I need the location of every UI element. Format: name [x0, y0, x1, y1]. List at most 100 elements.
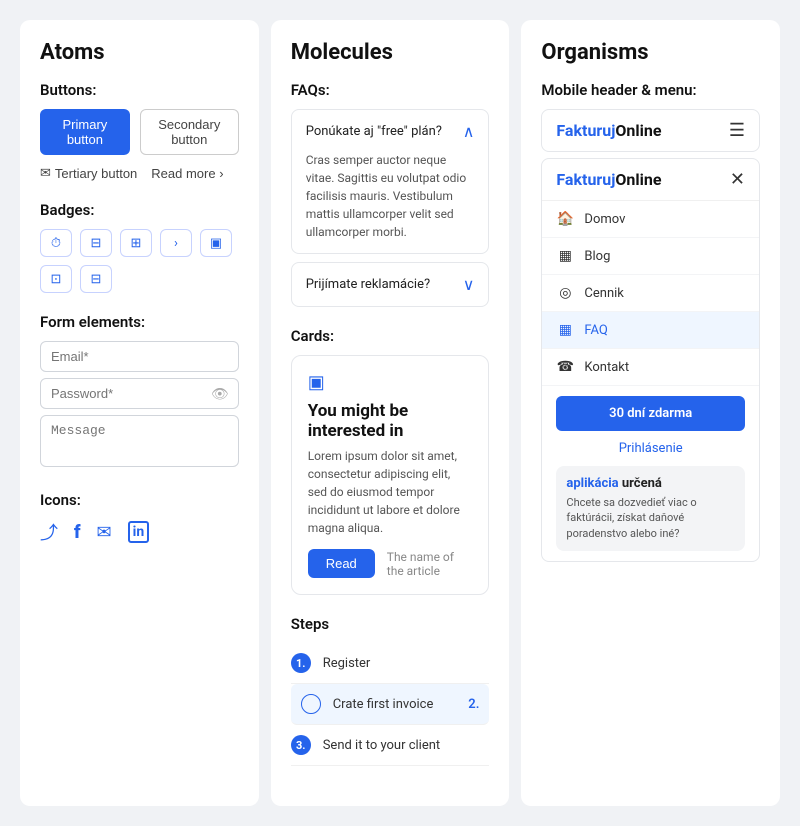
- tertiary-button[interactable]: ✉ Tertiary button: [40, 165, 137, 181]
- icons-label: Icons:: [40, 491, 239, 509]
- icons-section: Icons: ⤴ f ✉ in: [40, 491, 239, 545]
- steps-label: Steps: [291, 615, 490, 633]
- buttons-label: Buttons:: [40, 81, 239, 99]
- badge-1[interactable]: ⏱: [40, 229, 72, 257]
- logo-expanded: FakturujOnline: [556, 170, 661, 189]
- step-label-3: Send it to your client: [323, 738, 490, 753]
- card-title: You might be interested in: [308, 401, 473, 441]
- badge-4[interactable]: ›: [160, 229, 192, 257]
- faq-item-1[interactable]: Ponúkate aj "free" plán? ∧ Cras semper a…: [291, 109, 490, 254]
- logo-collapsed: FakturujOnline: [556, 121, 661, 140]
- menu-logo-row: FakturujOnline ✕: [542, 159, 759, 201]
- faq-icon: ▦: [556, 322, 574, 338]
- menu-label-blog: Blog: [584, 249, 610, 264]
- faq-header-1[interactable]: Ponúkate aj "free" plán? ∧: [306, 122, 475, 141]
- atoms-panel: Atoms Buttons: Primary button Secondary …: [20, 20, 259, 806]
- secondary-button[interactable]: Secondary button: [140, 109, 239, 155]
- menu-label-cennik: Cennik: [584, 286, 623, 301]
- cta-button[interactable]: 30 dní zdarma: [556, 396, 745, 431]
- atoms-title: Atoms: [40, 40, 239, 65]
- steps-list: 1. Register Crate first invoice 2. 3. Se…: [291, 643, 490, 766]
- menu-item-cennik[interactable]: ◎ Cennik: [542, 275, 759, 312]
- promo-black-text: určená: [619, 476, 662, 491]
- badges-row-2: ⊡ ⊟: [40, 265, 239, 293]
- mobile-header-label: Mobile header & menu:: [541, 81, 760, 99]
- step-num-1: 1.: [291, 653, 311, 673]
- external-link-icon[interactable]: ⤴: [40, 519, 58, 545]
- close-menu-icon[interactable]: ✕: [730, 169, 745, 190]
- home-icon: 🏠: [556, 211, 574, 227]
- badge-6[interactable]: ⊡: [40, 265, 72, 293]
- mobile-header-section: Mobile header & menu: FakturujOnline ☰ F…: [541, 81, 760, 562]
- email-input[interactable]: [40, 341, 239, 372]
- hamburger-icon[interactable]: ☰: [729, 120, 745, 141]
- chevron-down-icon: ∨: [463, 275, 475, 294]
- card-link: The name of the article: [387, 550, 473, 578]
- step-num-2: [301, 694, 321, 714]
- readmore-button[interactable]: Read more ›: [151, 166, 223, 181]
- primary-button[interactable]: Primary button: [40, 109, 130, 155]
- card-footer: Read The name of the article: [308, 549, 473, 578]
- menu-item-domov[interactable]: 🏠 Domov: [542, 201, 759, 238]
- linkedin-icon[interactable]: in: [128, 521, 150, 543]
- badges-section: Badges: ⏱ ⊟ ⊞ › ▣ ⊡ ⊟: [40, 201, 239, 293]
- faq-header-2[interactable]: Prijímate reklamácie? ∨: [306, 275, 475, 294]
- icons-row: ⤴ f ✉ in: [40, 519, 239, 545]
- badge-3[interactable]: ⊞: [120, 229, 152, 257]
- promo-block: aplikácia určená Chcete sa dozvedieť via…: [556, 466, 745, 551]
- mobile-menu-open: FakturujOnline ✕ 🏠 Domov ▦ Blog ◎ Cennik…: [541, 158, 760, 562]
- step-item-2: Crate first invoice 2.: [291, 684, 490, 725]
- faq-question-2: Prijímate reklamácie?: [306, 277, 430, 292]
- molecules-panel: Molecules FAQs: Ponúkate aj "free" plán?…: [271, 20, 510, 806]
- menu-label-kontakt: Kontakt: [584, 360, 629, 375]
- card-item: ▣ You might be interested in Lorem ipsum…: [291, 355, 490, 595]
- badge-7[interactable]: ⊟: [80, 265, 112, 293]
- organisms-title: Organisms: [541, 40, 760, 65]
- menu-item-blog[interactable]: ▦ Blog: [542, 238, 759, 275]
- organisms-panel: Organisms Mobile header & menu: Fakturuj…: [521, 20, 780, 806]
- eye-icon: 👁: [211, 386, 229, 402]
- steps-section: Steps 1. Register Crate first invoice 2.…: [291, 615, 490, 766]
- logo-blue-2: Fakturuj: [556, 170, 615, 189]
- step-item-3: 3. Send it to your client: [291, 725, 490, 766]
- card-body: Lorem ipsum dolor sit amet, consectetur …: [308, 447, 473, 537]
- faq-item-2[interactable]: Prijímate reklamácie? ∨: [291, 262, 490, 307]
- form-label: Form elements:: [40, 313, 239, 331]
- message-textarea[interactable]: [40, 415, 239, 467]
- badges-row: ⏱ ⊟ ⊞ › ▣: [40, 229, 239, 257]
- logo-blue-1: Fakturuj: [556, 121, 615, 140]
- logo-black-1: Online: [615, 121, 661, 140]
- badge-2[interactable]: ⊟: [80, 229, 112, 257]
- molecules-title: Molecules: [291, 40, 490, 65]
- step-label-2: Crate first invoice: [333, 697, 457, 712]
- form-section: Form elements: 👁: [40, 313, 239, 471]
- logo-black-2: Online: [615, 170, 661, 189]
- step-label-1: Register: [323, 656, 490, 671]
- faq-answer-1: Cras semper auctor neque vitae. Sagittis…: [306, 151, 475, 241]
- chevron-up-icon: ∧: [463, 122, 475, 141]
- badges-label: Badges:: [40, 201, 239, 219]
- badge-5[interactable]: ▣: [200, 229, 232, 257]
- menu-item-faq[interactable]: ▦ FAQ: [542, 312, 759, 349]
- promo-title: aplikácia určená: [566, 476, 735, 491]
- card-read-button[interactable]: Read: [308, 549, 375, 578]
- blog-icon: ▦: [556, 248, 574, 264]
- cards-label: Cards:: [291, 327, 490, 345]
- promo-body: Chcete sa dozvedieť viac o faktúrácii, z…: [566, 495, 735, 541]
- cennik-icon: ◎: [556, 285, 574, 301]
- login-link[interactable]: Prihlásenie: [542, 435, 759, 466]
- faqs-label: FAQs:: [291, 81, 490, 99]
- promo-blue-text: aplikácia: [566, 476, 618, 491]
- mobile-header-collapsed: FakturujOnline ☰: [541, 109, 760, 152]
- envelope-icon: ✉: [40, 165, 51, 181]
- password-input[interactable]: [40, 378, 239, 409]
- email-icon[interactable]: ✉: [97, 522, 112, 543]
- facebook-icon[interactable]: f: [74, 522, 81, 543]
- menu-label-domov: Domov: [584, 212, 625, 227]
- step-item-1: 1. Register: [291, 643, 490, 684]
- cards-section: Cards: ▣ You might be interested in Lore…: [291, 327, 490, 595]
- menu-item-kontakt[interactable]: ☎ Kontakt: [542, 349, 759, 386]
- card-icon: ▣: [308, 372, 473, 393]
- kontakt-icon: ☎: [556, 359, 574, 375]
- faq-question-1: Ponúkate aj "free" plán?: [306, 124, 442, 139]
